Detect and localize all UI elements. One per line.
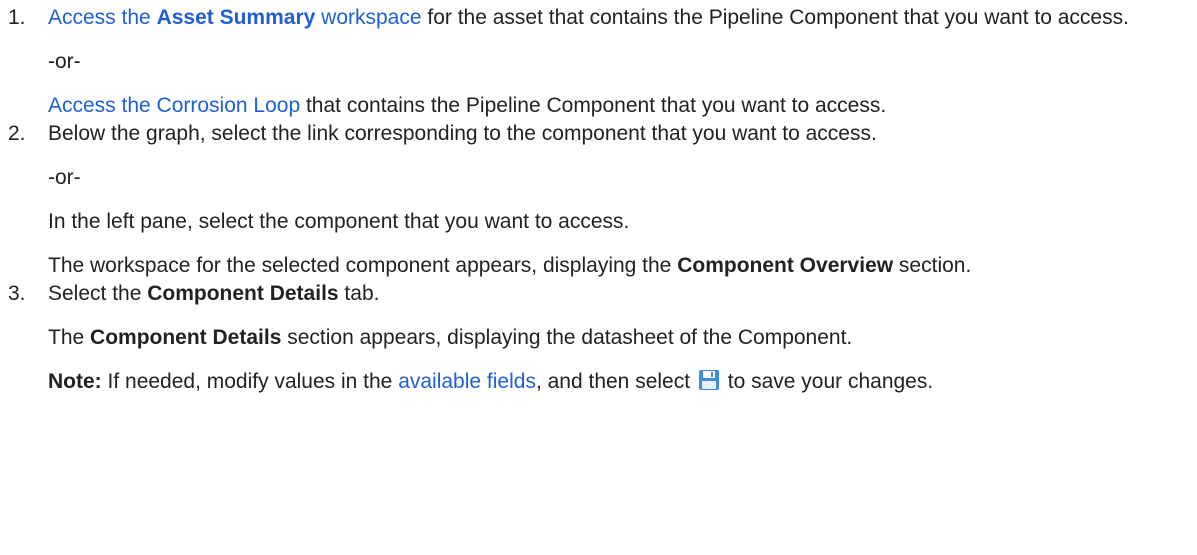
note: Note: If needed, modify values in the av… <box>48 369 934 393</box>
step-number: 1. <box>8 6 26 29</box>
step-3-result: The Component Details section appears, d… <box>48 326 853 349</box>
step-2-instruction: Below the graph, select the link corresp… <box>48 122 877 145</box>
step-2: 2. Below the graph, select the link corr… <box>0 120 1197 280</box>
available-fields-link[interactable]: available fields <box>398 370 536 393</box>
step-3-instruction: Select the Component Details tab. <box>48 282 380 305</box>
step-1-alternative: Access the Corrosion Loop that contains … <box>48 94 887 117</box>
step-2-result: The workspace for the selected component… <box>48 254 972 277</box>
step-1: 1. Access the Asset Summary workspace fo… <box>0 4 1197 120</box>
step-3: 3. Select the Component Details tab. The… <box>0 280 1197 396</box>
step-2-alternative: In the left pane, select the component t… <box>48 210 630 233</box>
step-number: 3. <box>8 282 26 305</box>
corrosion-loop-link[interactable]: Access the Corrosion Loop <box>48 94 300 117</box>
procedure-steps: 1. Access the Asset Summary workspace fo… <box>0 4 1197 396</box>
asset-summary-link[interactable]: Access the Asset Summary workspace <box>48 6 422 29</box>
or-separator: -or- <box>48 50 81 73</box>
note-label: Note: <box>48 370 102 393</box>
or-separator: -or- <box>48 166 81 189</box>
save-icon <box>698 369 720 391</box>
step-number: 2. <box>8 122 26 145</box>
step-1-instruction: Access the Asset Summary workspace for t… <box>48 6 1129 29</box>
